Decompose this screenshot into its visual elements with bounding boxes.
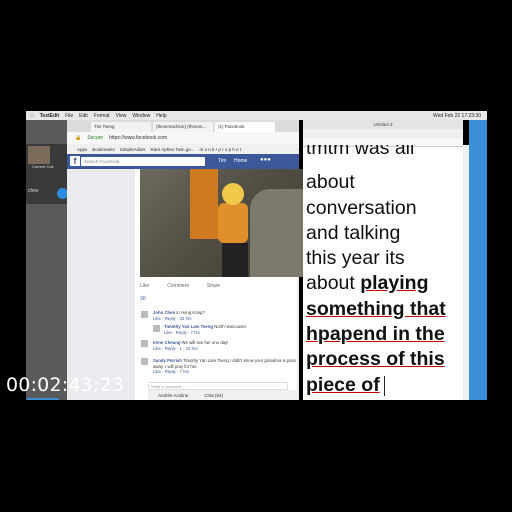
caller-avatar bbox=[28, 146, 50, 164]
menu-format[interactable]: Format bbox=[94, 113, 110, 119]
write-comment-input[interactable]: Write a comment... bbox=[148, 382, 288, 390]
textedit-scrollbar[interactable] bbox=[463, 145, 469, 400]
chat-button[interactable]: Chat (84) bbox=[204, 393, 223, 398]
document-text[interactable]: tmtm was all about conversation and talk… bbox=[306, 145, 461, 398]
doc-line: piece of bbox=[306, 373, 461, 398]
menu-clock[interactable]: Wed Feb 22 17:23:30 bbox=[433, 113, 487, 119]
text-cursor bbox=[383, 375, 385, 396]
url-text[interactable]: https://www.facebook.com bbox=[109, 135, 167, 141]
like-button[interactable]: Like bbox=[140, 283, 149, 291]
menu-view[interactable]: View bbox=[116, 113, 127, 119]
doc-line: about playing bbox=[306, 272, 429, 295]
profile-link[interactable]: Tim bbox=[218, 158, 226, 164]
post-actions: Like Comment Share bbox=[140, 283, 290, 291]
bookmarks-bar: Apps Bookmarks SimpleAdder Rare Aphex Tw… bbox=[67, 144, 299, 154]
avatar[interactable] bbox=[141, 311, 148, 318]
facebook-logo-icon[interactable]: f bbox=[70, 156, 80, 166]
browser-tab-bar: Tim Tseng (thmemachine) (thmem... (1) Fa… bbox=[67, 120, 299, 132]
bookmark-bookmarks[interactable]: Bookmarks bbox=[92, 147, 115, 152]
tab-facebook[interactable]: (1) Facebook bbox=[215, 122, 275, 132]
textedit-title[interactable]: Untitled 3 bbox=[303, 120, 463, 129]
desktop-background-right bbox=[469, 120, 487, 400]
chat-contact[interactable]: Andrée Azoline bbox=[158, 393, 188, 398]
address-bar[interactable]: 🔒 Secure https://www.facebook.com bbox=[67, 132, 299, 144]
avatar[interactable] bbox=[153, 325, 160, 332]
doc-line: and talking bbox=[306, 221, 401, 244]
post-photo[interactable] bbox=[140, 169, 303, 277]
doc-line: process of this bbox=[306, 348, 445, 371]
menu-edit[interactable]: Edit bbox=[79, 113, 88, 119]
bookmark-apps[interactable]: Apps bbox=[77, 147, 87, 152]
doc-line: something that bbox=[306, 297, 446, 320]
list-item: Irene Cheung We will see her one day! Li… bbox=[153, 340, 229, 351]
call-status: Current Call bbox=[32, 164, 54, 169]
menu-help[interactable]: Help bbox=[156, 113, 166, 119]
bookmark-simpleadder[interactable]: SimpleAdder bbox=[120, 147, 146, 152]
menu-bar:  TextEdit File Edit Format View Window … bbox=[26, 111, 487, 120]
reaction-count[interactable]: 30 bbox=[140, 296, 146, 302]
tab-tim-tseng[interactable]: Tim Tseng bbox=[91, 122, 151, 132]
apple-icon[interactable]:  bbox=[30, 113, 34, 119]
share-button[interactable]: Share bbox=[207, 283, 220, 291]
doc-line: tmtm was all bbox=[306, 145, 415, 156]
avatar[interactable] bbox=[141, 340, 148, 347]
lock-icon: 🔒 bbox=[75, 135, 82, 141]
timecode: 00:02:43;23 bbox=[6, 374, 125, 396]
timecode-underline bbox=[27, 398, 59, 400]
bookmark-aphex[interactable]: Rare Aphex Twin ge... bbox=[151, 147, 195, 152]
doc-line: about bbox=[306, 171, 355, 194]
doc-line: this year its bbox=[306, 247, 405, 270]
doc-line: conversation bbox=[306, 196, 417, 219]
list-item: John Chen in Hong Kong? Like · Reply · 3… bbox=[153, 310, 205, 321]
list-item: Sandy Parrish Timothy Yan Lam Tseng I di… bbox=[153, 358, 296, 374]
notification-icons[interactable]: ●●● bbox=[260, 157, 271, 163]
list-item: Timothy Yan Lam Tseng North Vancouver Li… bbox=[164, 324, 247, 335]
avatar[interactable] bbox=[141, 358, 148, 365]
comment-button[interactable]: Comment bbox=[167, 283, 189, 291]
chat-bar: Andrée Azoline Chat (84) bbox=[148, 390, 298, 400]
facebook-search-input[interactable]: Search Facebook bbox=[81, 157, 205, 166]
menu-app-name[interactable]: TextEdit bbox=[40, 113, 59, 119]
home-link[interactable]: Home bbox=[234, 158, 247, 164]
menu-window[interactable]: Window bbox=[132, 113, 150, 119]
tab-thmemachine[interactable]: (thmemachine) (thmem... bbox=[153, 122, 213, 132]
doc-line: hpapend in the bbox=[306, 323, 445, 346]
call-partial-label: ches bbox=[28, 188, 39, 194]
secure-label: Secure bbox=[87, 135, 104, 141]
menu-file[interactable]: File bbox=[65, 113, 73, 119]
bookmark-monkprophet[interactable]: m o n k • p r o p h e t bbox=[200, 147, 242, 152]
